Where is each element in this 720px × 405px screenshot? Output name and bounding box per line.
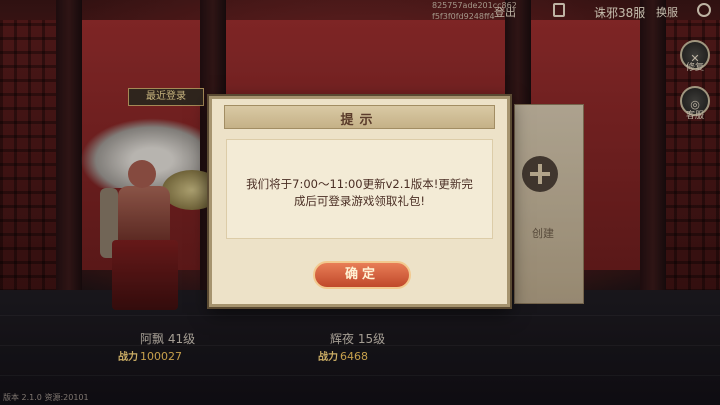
dialog-header: 提示 <box>224 105 495 129</box>
notice-dialog: 提示 我们将于7:00～11:00更新v2.1版本!更新完 成后可登录游戏领取礼… <box>209 96 510 307</box>
confirm-button[interactable]: 确定 <box>313 261 411 289</box>
dialog-message: 我们将于7:00～11:00更新v2.1版本!更新完 成后可登录游戏领取礼包! <box>246 177 473 208</box>
dialog-body: 我们将于7:00～11:00更新v2.1版本!更新完 成后可登录游戏领取礼包! <box>226 139 493 239</box>
dialog-title: 提示 <box>340 113 379 128</box>
